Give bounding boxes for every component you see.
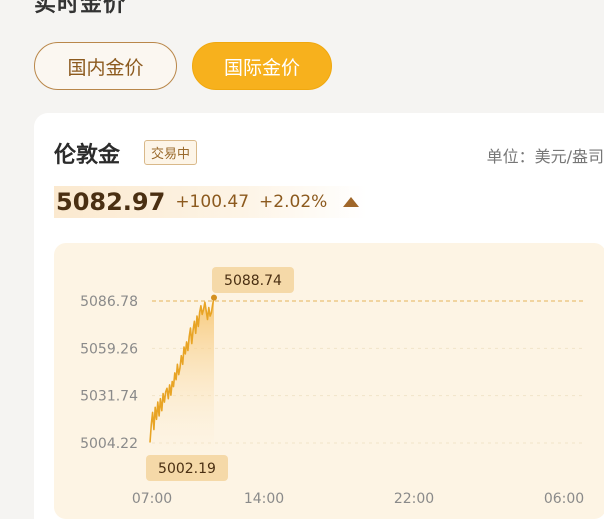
y-tick-label: 5086.78	[80, 294, 138, 310]
x-tick-label: 06:00	[544, 491, 584, 507]
price-change-percent: +2.02%	[259, 192, 328, 212]
x-tick-label: 14:00	[244, 491, 284, 507]
price-row: 5082.97 +100.47 +2.02%	[54, 186, 368, 218]
high-point-marker	[211, 294, 217, 301]
y-tick-label: 5004.22	[80, 436, 138, 452]
x-tick-label: 07:00	[132, 491, 172, 507]
y-tick-label: 5031.74	[80, 389, 138, 405]
tab-international-gold-price[interactable]: 国际金价	[192, 42, 332, 90]
quote-card: 伦敦金 交易中 单位：美元/盎司 5082.97 +100.47 +2.02% …	[34, 113, 604, 519]
price-chart[interactable]: 5086.78 5059.26 5031.74 5004.22 07:00 14:00 22…	[54, 243, 604, 519]
status-badge: 交易中	[144, 140, 198, 165]
low-label: 5002.19	[158, 461, 216, 477]
y-tick-label: 5059.26	[80, 341, 138, 357]
triangle-up-icon	[343, 197, 360, 207]
price-chart-svg: 5086.78 5059.26 5031.74 5004.22 07:00 14:00 22…	[80, 267, 584, 507]
page-title: 实时金价	[34, 0, 127, 17]
tab-domestic-gold-price[interactable]: 国内金价	[34, 42, 177, 90]
price-change: +100.47	[175, 192, 250, 212]
high-label: 5088.74	[224, 273, 282, 289]
unit-label: 单位：美元/盎司	[486, 147, 604, 166]
current-price: 5082.97	[56, 188, 166, 216]
x-tick-label: 22:00	[394, 491, 434, 507]
asset-name: 伦敦金	[54, 143, 121, 168]
price-area-fill	[150, 297, 214, 465]
